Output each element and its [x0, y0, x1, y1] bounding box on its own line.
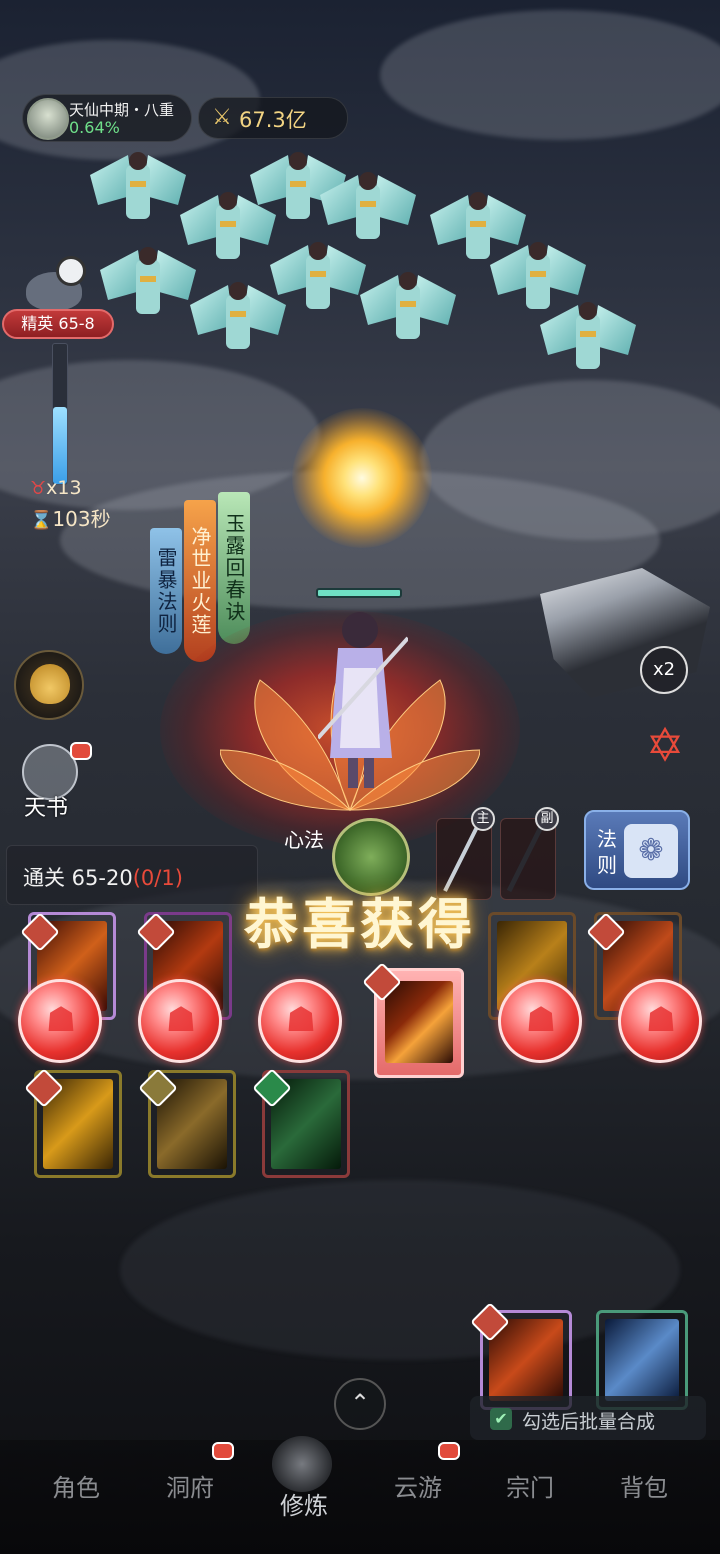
quest-progress: (0/1) [132, 866, 183, 890]
nav-item-cave[interactable]: 洞府 [140, 1468, 240, 1503]
lotus-mandala-icon: ❁ [624, 824, 678, 878]
bottom-nav: 角色 洞府 修炼 云游 宗门 背包 [0, 1436, 720, 1554]
notification-dot-icon [70, 742, 92, 760]
chevron-up-icon: ⌃ [349, 1389, 371, 1417]
skill-banner-3: 玉露回春诀 [218, 492, 250, 644]
notification-dot-icon [438, 1442, 460, 1460]
treasure-pouch-button[interactable] [14, 650, 84, 720]
reward-orb: ☗ [138, 979, 222, 1063]
hourglass-icon: ⌛ [30, 510, 53, 531]
speed-toggle-button[interactable]: x2 [640, 646, 688, 694]
battle-timer: ⌛103秒 [30, 507, 111, 531]
tianshu-button[interactable]: 天书 [18, 742, 92, 822]
fa-label: 法则 [597, 827, 617, 877]
nav-item-cultivate[interactable]: 修炼 [254, 1486, 354, 1521]
search-button[interactable] [26, 256, 92, 310]
combat-power: ⚔ 67.3亿 [198, 97, 348, 139]
cultivate-avatar-icon [272, 1436, 332, 1492]
stage-progress-fill [53, 407, 67, 484]
stage-badge: 精英 65-8 [2, 309, 114, 339]
sub-weapon-tag: 副 [535, 807, 559, 831]
skill-banner-2: 净世业火莲 [184, 500, 216, 662]
reward-orb: ☗ [498, 979, 582, 1063]
reward-orb: ☗ [618, 979, 702, 1063]
main-weapon-tag: 主 [471, 807, 495, 831]
xinfa-label: 心法 [284, 828, 324, 852]
meditator-icon: ☗ [285, 1000, 317, 1040]
meditator-icon: ☗ [645, 1000, 677, 1040]
reward-orb: ☗ [18, 979, 102, 1063]
hero-character [318, 612, 408, 788]
nav-item-bag[interactable]: 背包 [594, 1468, 694, 1503]
realm-title: 天仙中期・八重 [69, 101, 175, 119]
kill-count: ♉x13 [30, 477, 82, 499]
hexagram-star-icon[interactable]: ✡ [638, 718, 692, 772]
quest-text: 通关 65-20(0/1) [23, 866, 183, 890]
batch-merge-toggle[interactable]: ✔ 勾选后批量合成 [470, 1396, 706, 1440]
tianshu-label: 天书 [24, 796, 69, 821]
checkbox-checked-icon[interactable]: ✔ [490, 1408, 512, 1430]
reward-title: 恭喜获得 [244, 893, 476, 956]
fire-sword-art-icon [385, 981, 453, 1063]
sun-skill-effect [292, 408, 432, 548]
nav-item-travel[interactable]: 云游 [368, 1468, 468, 1503]
nav-item-sect[interactable]: 宗门 [480, 1468, 580, 1503]
magnifier-icon [56, 256, 86, 286]
money-pouch-icon [30, 664, 70, 704]
reward-orb: ☗ [258, 979, 342, 1063]
stage-progress [52, 343, 68, 485]
combat-power-value: 67.3亿 [239, 108, 307, 132]
batch-merge-label: 勾选后批量合成 [522, 1411, 656, 1433]
fa-rules-button[interactable]: 法则 ❁ [584, 810, 690, 890]
scroll-up-button[interactable]: ⌃ [334, 1378, 386, 1430]
cultivator-avatar-icon [27, 98, 69, 140]
enemy-formation [90, 152, 636, 369]
demon-head-icon: ♉ [30, 478, 47, 499]
skill-card[interactable] [596, 1310, 688, 1410]
meditator-icon: ☗ [525, 1000, 557, 1040]
hero-hp-bar [316, 588, 402, 598]
winged-enemy [90, 152, 186, 219]
meditator-icon: ☗ [45, 1000, 77, 1040]
notification-dot-icon [212, 1442, 234, 1460]
meditator-icon: ☗ [165, 1000, 197, 1040]
skill-banner-1: 雷暴法则 [150, 528, 182, 654]
nav-item-character[interactable]: 角色 [26, 1468, 126, 1503]
crossed-swords-icon: ⚔ [212, 105, 232, 130]
